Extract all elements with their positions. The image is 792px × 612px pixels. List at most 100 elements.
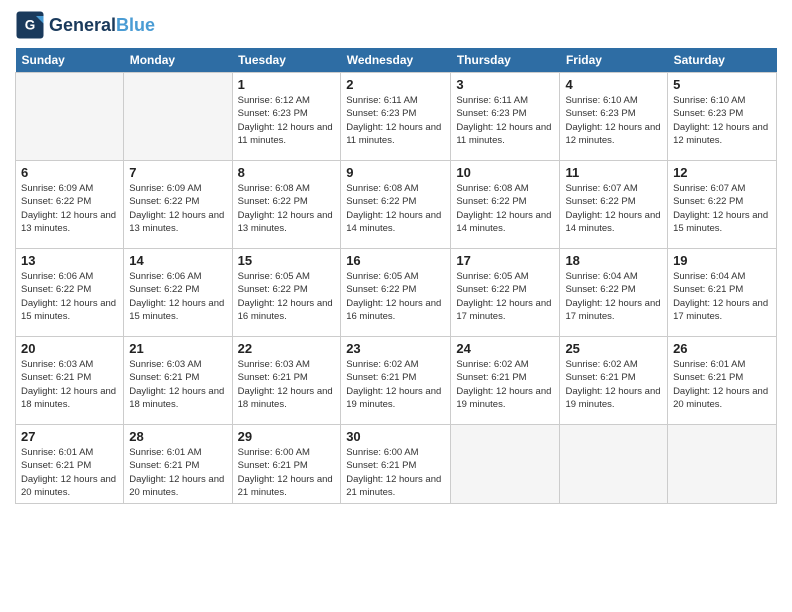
day-number: 18 xyxy=(565,253,662,268)
day-header-monday: Monday xyxy=(124,48,232,73)
day-number: 25 xyxy=(565,341,662,356)
day-number: 20 xyxy=(21,341,118,356)
calendar-cell: 1 Sunrise: 6:12 AM Sunset: 6:23 PM Daylig… xyxy=(232,73,341,161)
day-info: Sunrise: 6:05 AM Sunset: 6:22 PM Dayligh… xyxy=(346,270,445,323)
day-header-saturday: Saturday xyxy=(668,48,777,73)
day-number: 5 xyxy=(673,77,771,92)
day-info: Sunrise: 6:07 AM Sunset: 6:22 PM Dayligh… xyxy=(673,182,771,235)
day-header-thursday: Thursday xyxy=(451,48,560,73)
day-info: Sunrise: 6:09 AM Sunset: 6:22 PM Dayligh… xyxy=(129,182,226,235)
calendar-cell xyxy=(560,425,668,504)
day-info: Sunrise: 6:09 AM Sunset: 6:22 PM Dayligh… xyxy=(21,182,118,235)
day-number: 2 xyxy=(346,77,445,92)
calendar-cell: 14 Sunrise: 6:06 AM Sunset: 6:22 PM Dayli… xyxy=(124,249,232,337)
day-number: 6 xyxy=(21,165,118,180)
calendar-cell: 27Sunrise: 6:01 AM Sunset: 6:21 PM Dayli… xyxy=(16,425,124,504)
day-header-sunday: Sunday xyxy=(16,48,124,73)
day-info: Sunrise: 6:05 AM Sunset: 6:22 PM Dayligh… xyxy=(456,270,554,323)
day-info: Sunrise: 6:11 AM Sunset: 6:23 PM Dayligh… xyxy=(346,94,445,147)
calendar-cell: 29 Sunrise: 6:00 AM Sunset: 6:21 PM Dayli… xyxy=(232,425,341,504)
day-info: Sunrise: 6:06 AM Sunset: 6:22 PM Dayligh… xyxy=(21,270,118,323)
day-number: 7 xyxy=(129,165,226,180)
day-number: 16 xyxy=(346,253,445,268)
calendar-cell: 24 Sunrise: 6:02 AM Sunset: 6:21 PM Dayli… xyxy=(451,337,560,425)
calendar-cell: 18 Sunrise: 6:04 AM Sunset: 6:22 PM Dayli… xyxy=(560,249,668,337)
day-info: Sunrise: 6:03 AM Sunset: 6:21 PM Dayligh… xyxy=(21,358,118,411)
day-number: 15 xyxy=(238,253,336,268)
calendar-cell: 5 Sunrise: 6:10 AM Sunset: 6:23 PM Daylig… xyxy=(668,73,777,161)
day-info: Sunrise: 6:02 AM Sunset: 6:21 PM Dayligh… xyxy=(346,358,445,411)
calendar-cell: 17 Sunrise: 6:05 AM Sunset: 6:22 PM Dayli… xyxy=(451,249,560,337)
calendar-cell xyxy=(16,73,124,161)
day-info: Sunrise: 6:00 AM Sunset: 6:21 PM Dayligh… xyxy=(238,446,336,499)
day-info: Sunrise: 6:08 AM Sunset: 6:22 PM Dayligh… xyxy=(456,182,554,235)
day-number: 26 xyxy=(673,341,771,356)
day-info: Sunrise: 6:11 AM Sunset: 6:23 PM Dayligh… xyxy=(456,94,554,147)
calendar-cell: 26 Sunrise: 6:01 AM Sunset: 6:21 PM Dayli… xyxy=(668,337,777,425)
day-number: 9 xyxy=(346,165,445,180)
day-number: 17 xyxy=(456,253,554,268)
calendar-cell: 3 Sunrise: 6:11 AM Sunset: 6:23 PM Daylig… xyxy=(451,73,560,161)
day-info: Sunrise: 6:08 AM Sunset: 6:22 PM Dayligh… xyxy=(346,182,445,235)
day-number: 21 xyxy=(129,341,226,356)
day-info: Sunrise: 6:00 AM Sunset: 6:21 PM Dayligh… xyxy=(346,446,445,499)
day-info: Sunrise: 6:01 AM Sunset: 6:21 PM Dayligh… xyxy=(673,358,771,411)
calendar-cell: 21 Sunrise: 6:03 AM Sunset: 6:21 PM Dayli… xyxy=(124,337,232,425)
logo: G GeneralBlue xyxy=(15,10,155,40)
calendar-cell: 22Sunrise: 6:03 AM Sunset: 6:21 PM Dayli… xyxy=(232,337,341,425)
day-info: Sunrise: 6:12 AM Sunset: 6:23 PM Dayligh… xyxy=(238,94,336,147)
logo-text: GeneralBlue xyxy=(49,15,155,36)
day-number: 11 xyxy=(565,165,662,180)
day-info: Sunrise: 6:03 AM Sunset: 6:21 PM Dayligh… xyxy=(129,358,226,411)
logo-icon: G xyxy=(15,10,45,40)
calendar-cell xyxy=(668,425,777,504)
calendar-cell: 10 Sunrise: 6:08 AM Sunset: 6:22 PM Dayli… xyxy=(451,161,560,249)
day-info: Sunrise: 6:04 AM Sunset: 6:21 PM Dayligh… xyxy=(673,270,771,323)
calendar-cell: 20 Sunrise: 6:03 AM Sunset: 6:21 PM Dayli… xyxy=(16,337,124,425)
day-info: Sunrise: 6:06 AM Sunset: 6:22 PM Dayligh… xyxy=(129,270,226,323)
calendar-cell: 4Sunrise: 6:10 AM Sunset: 6:23 PM Daylig… xyxy=(560,73,668,161)
calendar-week-3: 13 Sunrise: 6:06 AM Sunset: 6:22 PM Dayli… xyxy=(16,249,777,337)
calendar-cell: 9 Sunrise: 6:08 AM Sunset: 6:22 PM Daylig… xyxy=(341,161,451,249)
calendar-cell: 28 Sunrise: 6:01 AM Sunset: 6:21 PM Dayli… xyxy=(124,425,232,504)
day-info: Sunrise: 6:02 AM Sunset: 6:21 PM Dayligh… xyxy=(565,358,662,411)
calendar-cell: 19Sunrise: 6:04 AM Sunset: 6:21 PM Dayli… xyxy=(668,249,777,337)
calendar-week-1: 1 Sunrise: 6:12 AM Sunset: 6:23 PM Daylig… xyxy=(16,73,777,161)
calendar-cell: 12 Sunrise: 6:07 AM Sunset: 6:22 PM Dayli… xyxy=(668,161,777,249)
day-info: Sunrise: 6:04 AM Sunset: 6:22 PM Dayligh… xyxy=(565,270,662,323)
calendar-week-5: 27Sunrise: 6:01 AM Sunset: 6:21 PM Dayli… xyxy=(16,425,777,504)
day-info: Sunrise: 6:05 AM Sunset: 6:22 PM Dayligh… xyxy=(238,270,336,323)
day-number: 28 xyxy=(129,429,226,444)
calendar-cell: 7 Sunrise: 6:09 AM Sunset: 6:22 PM Daylig… xyxy=(124,161,232,249)
svg-text:G: G xyxy=(25,18,36,33)
calendar-cell: 13 Sunrise: 6:06 AM Sunset: 6:22 PM Dayli… xyxy=(16,249,124,337)
calendar-cell: 15 Sunrise: 6:05 AM Sunset: 6:22 PM Dayli… xyxy=(232,249,341,337)
calendar-cell: 2 Sunrise: 6:11 AM Sunset: 6:23 PM Daylig… xyxy=(341,73,451,161)
day-info: Sunrise: 6:01 AM Sunset: 6:21 PM Dayligh… xyxy=(129,446,226,499)
header: G GeneralBlue xyxy=(15,10,777,40)
calendar-week-2: 6 Sunrise: 6:09 AM Sunset: 6:22 PM Daylig… xyxy=(16,161,777,249)
day-header-friday: Friday xyxy=(560,48,668,73)
day-number: 1 xyxy=(238,77,336,92)
day-number: 29 xyxy=(238,429,336,444)
calendar-cell: 11 Sunrise: 6:07 AM Sunset: 6:22 PM Dayli… xyxy=(560,161,668,249)
calendar-cell xyxy=(451,425,560,504)
calendar-cell xyxy=(124,73,232,161)
day-info: Sunrise: 6:10 AM Sunset: 6:23 PM Dayligh… xyxy=(673,94,771,147)
day-info: Sunrise: 6:02 AM Sunset: 6:21 PM Dayligh… xyxy=(456,358,554,411)
day-number: 3 xyxy=(456,77,554,92)
calendar-week-4: 20 Sunrise: 6:03 AM Sunset: 6:21 PM Dayli… xyxy=(16,337,777,425)
day-number: 13 xyxy=(21,253,118,268)
calendar-cell: 16 Sunrise: 6:05 AM Sunset: 6:22 PM Dayli… xyxy=(341,249,451,337)
calendar-cell: 6 Sunrise: 6:09 AM Sunset: 6:22 PM Daylig… xyxy=(16,161,124,249)
day-number: 22 xyxy=(238,341,336,356)
calendar-cell: 23Sunrise: 6:02 AM Sunset: 6:21 PM Dayli… xyxy=(341,337,451,425)
day-number: 10 xyxy=(456,165,554,180)
day-number: 14 xyxy=(129,253,226,268)
day-info: Sunrise: 6:07 AM Sunset: 6:22 PM Dayligh… xyxy=(565,182,662,235)
day-number: 12 xyxy=(673,165,771,180)
day-number: 24 xyxy=(456,341,554,356)
calendar-cell: 8Sunrise: 6:08 AM Sunset: 6:22 PM Daylig… xyxy=(232,161,341,249)
day-info: Sunrise: 6:01 AM Sunset: 6:21 PM Dayligh… xyxy=(21,446,118,499)
day-header-wednesday: Wednesday xyxy=(341,48,451,73)
